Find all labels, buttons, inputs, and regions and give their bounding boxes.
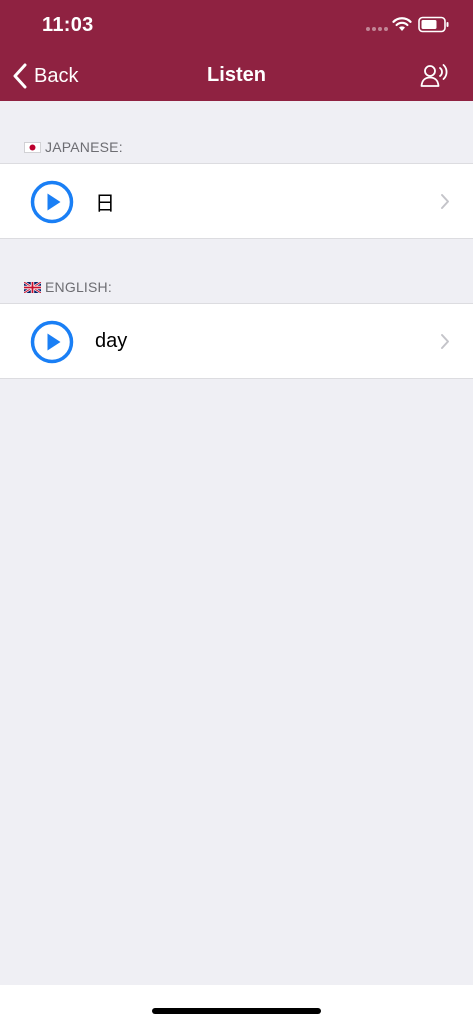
play-icon[interactable]: [30, 180, 74, 224]
list-item-english[interactable]: day: [0, 303, 473, 379]
section-header-japanese: JAPANESE:: [24, 139, 123, 155]
voice-listen-icon: [420, 64, 448, 87]
section-header-label: ENGLISH:: [45, 279, 112, 295]
navigation-header: 11:03 Back Listen: [0, 0, 473, 101]
term-text: 日: [95, 192, 115, 215]
status-time: 11:03: [42, 14, 94, 36]
page-title: Listen: [207, 64, 266, 86]
battery-icon: [418, 16, 449, 33]
wifi-icon: [392, 17, 412, 31]
uk-flag-icon: [24, 281, 41, 293]
chevron-right-icon: [441, 194, 449, 209]
voice-settings-button[interactable]: [420, 62, 450, 90]
play-icon[interactable]: [30, 320, 74, 364]
list-item-japanese[interactable]: 日: [0, 163, 473, 239]
bottom-safe-area: [0, 985, 473, 1024]
cellular-signal-icon: [366, 27, 388, 31]
section-header-english: ENGLISH:: [24, 279, 112, 295]
section-header-label: JAPANESE:: [45, 139, 123, 155]
japan-flag-icon: [24, 141, 41, 153]
chevron-right-icon: [441, 334, 449, 349]
home-indicator[interactable]: [152, 1008, 321, 1014]
term-text: day: [95, 329, 128, 352]
